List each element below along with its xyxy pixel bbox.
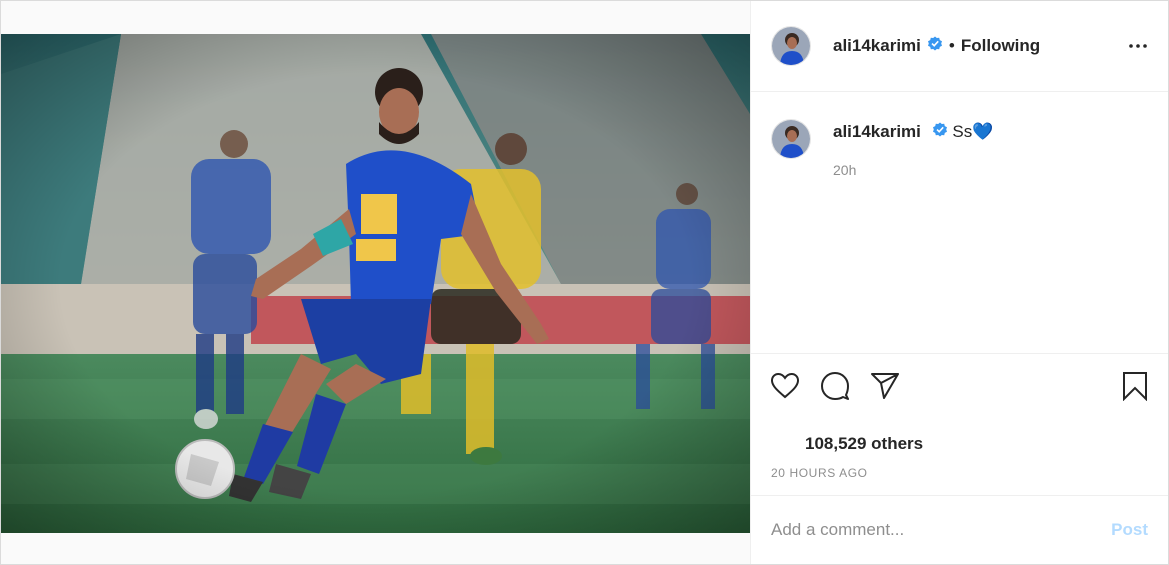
post-photo[interactable] (1, 34, 750, 533)
post-media (1, 1, 750, 564)
verified-badge-icon (927, 36, 943, 57)
post-date[interactable]: 20 HOURS AGO (771, 466, 868, 480)
caption-avatar[interactable] (771, 119, 811, 159)
post-container: ali14karimi • Following ali14karimi Ss💙 … (0, 0, 1169, 565)
comment-composer: Post (751, 495, 1168, 564)
caption-timestamp[interactable]: 20h (833, 162, 856, 178)
soccer-player-photo (1, 34, 750, 533)
post-details-panel: ali14karimi • Following ali14karimi Ss💙 … (750, 1, 1168, 564)
post-comment-button[interactable]: Post (1111, 520, 1148, 540)
caption-username[interactable]: ali14karimi (833, 122, 921, 141)
avatar-image (772, 27, 810, 65)
comment-input[interactable] (771, 520, 1112, 540)
verified-badge-icon (932, 120, 948, 146)
more-options-icon[interactable] (1126, 34, 1150, 58)
caption-comment: ali14karimi Ss💙 20h (771, 119, 1151, 178)
likes-count[interactable]: 108,529 others (805, 434, 923, 454)
caption-body: Ss (952, 122, 973, 141)
username-link[interactable]: ali14karimi (833, 36, 921, 56)
action-bar (751, 353, 1168, 413)
bookmark-icon[interactable] (1119, 370, 1151, 402)
heart-icon[interactable] (769, 370, 801, 402)
caption-text: ali14karimi Ss💙 (833, 119, 993, 159)
separator-dot: • (948, 36, 955, 55)
share-icon[interactable] (869, 370, 901, 402)
post-header: ali14karimi • Following (751, 1, 1168, 92)
avatar[interactable] (771, 26, 811, 66)
avatar-image (772, 120, 810, 158)
comment-icon[interactable] (819, 370, 851, 402)
following-button[interactable]: Following (961, 36, 1040, 56)
blue-heart-emoji: 💙 (972, 122, 994, 141)
